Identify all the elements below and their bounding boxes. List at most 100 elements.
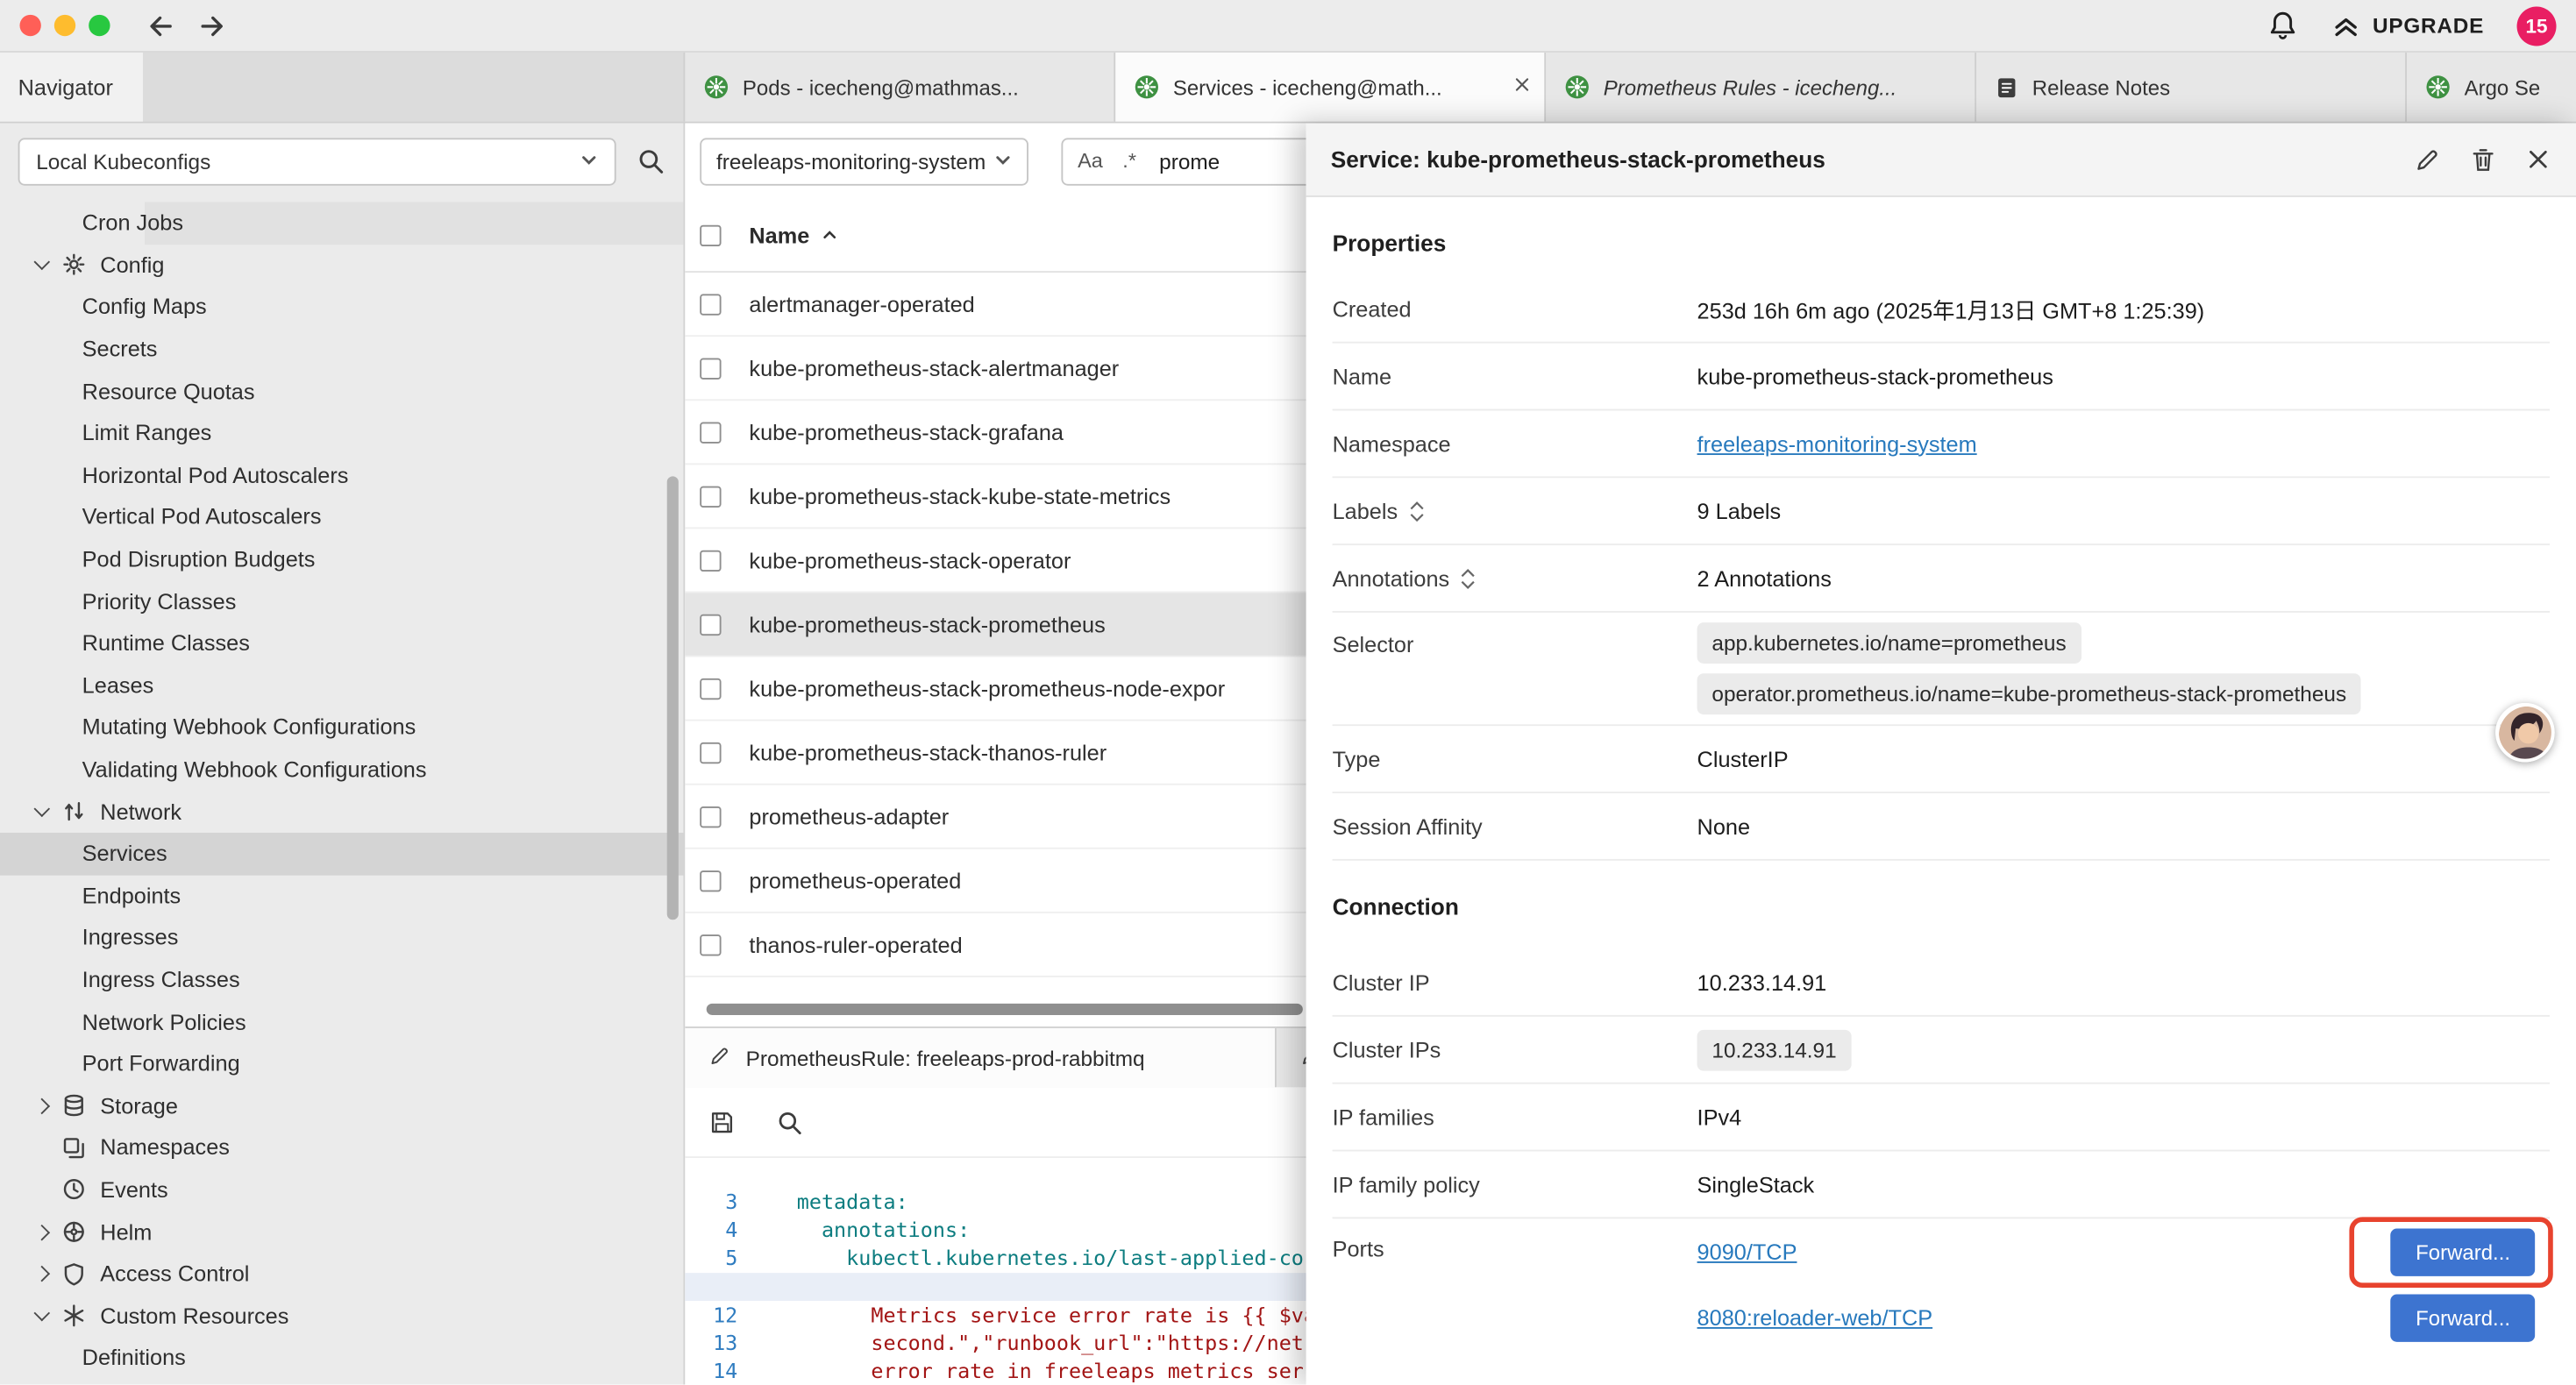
- chevron-right-icon: [34, 1097, 51, 1114]
- sidebar-item-config-maps[interactable]: Config Maps: [0, 286, 683, 328]
- app-window: UPGRADE 15 Navigator Pods - icecheng@mat…: [0, 0, 2576, 1385]
- sidebar-group-config[interactable]: Config: [0, 244, 683, 286]
- close-window-button[interactable]: [19, 15, 40, 36]
- edit-pencil-icon: [708, 1044, 731, 1072]
- sidebar-item-network-policies[interactable]: Network Policies: [0, 1001, 683, 1043]
- upgrade-button[interactable]: UPGRADE: [2331, 11, 2484, 40]
- tab-label: Release Notes: [2032, 75, 2387, 99]
- config-gear-icon: [60, 252, 87, 278]
- sidebar-item-services[interactable]: Services: [0, 833, 683, 875]
- property-value: None: [1697, 813, 1750, 838]
- sidebar-item-events[interactable]: Events: [0, 1168, 683, 1211]
- sidebar-item-endpoints[interactable]: Endpoints: [0, 875, 683, 917]
- notifications-bell-icon[interactable]: [2267, 10, 2299, 41]
- row-checkbox[interactable]: [700, 870, 721, 891]
- forward-button-9090[interactable]: Forward...: [2391, 1228, 2535, 1275]
- name-column-header[interactable]: Name: [749, 223, 837, 247]
- horizontal-scrollbar[interactable]: [707, 1004, 1303, 1015]
- close-tab-icon[interactable]: [1512, 74, 1533, 95]
- sidebar-item-horizontal-pod-autoscalers[interactable]: Horizontal Pod Autoscalers: [0, 454, 683, 496]
- row-checkbox[interactable]: [700, 486, 721, 507]
- editor-search-icon[interactable]: [775, 1108, 803, 1136]
- sidebar-search-icon[interactable]: [636, 146, 665, 176]
- sidebar-item-leases[interactable]: Leases: [0, 664, 683, 707]
- sidebar-item-ingress-classes[interactable]: Ingress Classes: [0, 959, 683, 1001]
- sidebar-group-network[interactable]: Network: [0, 791, 683, 833]
- notification-count-badge[interactable]: 15: [2517, 6, 2557, 46]
- sidebar-item-vertical-pod-autoscalers[interactable]: Vertical Pod Autoscalers: [0, 496, 683, 538]
- chevron-down-icon: [34, 254, 51, 271]
- save-icon[interactable]: [708, 1108, 737, 1136]
- navigator-tab[interactable]: Navigator: [0, 53, 143, 122]
- tab-pods[interactable]: Pods - icecheng@mathmas...: [685, 53, 1115, 122]
- sidebar-group-access-control[interactable]: Access Control: [0, 1253, 683, 1295]
- sidebar-item-ingresses[interactable]: Ingresses: [0, 917, 683, 959]
- minimize-window-button[interactable]: [54, 15, 75, 36]
- sidebar-item-definitions[interactable]: Definitions: [0, 1337, 683, 1379]
- row-checkbox[interactable]: [700, 422, 721, 443]
- delete-trash-icon[interactable]: [2469, 146, 2497, 174]
- forward-button-8080[interactable]: Forward...: [2391, 1294, 2535, 1341]
- back-icon[interactable]: [146, 11, 176, 40]
- selector-badge: app.kubernetes.io/name=prometheus: [1697, 622, 2081, 664]
- regex-toggle[interactable]: .*: [1122, 150, 1136, 173]
- property-value: 2 Annotations: [1697, 565, 1832, 590]
- property-label: Name: [1333, 364, 1391, 388]
- select-all-checkbox[interactable]: [700, 224, 721, 245]
- sidebar-item-namespaces[interactable]: Namespaces: [0, 1126, 683, 1168]
- sidebar-item-limit-ranges[interactable]: Limit Ranges: [0, 412, 683, 454]
- row-checkbox[interactable]: [700, 934, 721, 955]
- property-label: Ports: [1333, 1237, 1384, 1261]
- sidebar-item-cron-jobs[interactable]: Cron Jobs: [0, 202, 683, 244]
- participant-avatar[interactable]: [2495, 703, 2554, 762]
- row-checkbox[interactable]: [700, 550, 721, 571]
- close-drawer-icon[interactable]: [2525, 146, 2551, 173]
- row-checkbox[interactable]: [700, 614, 721, 635]
- selector-badge: operator.prometheus.io/name=kube-prometh…: [1697, 673, 2361, 714]
- forward-icon[interactable]: [197, 11, 227, 40]
- sidebar-item-priority-classes[interactable]: Priority Classes: [0, 580, 683, 622]
- sidebar-item-pod-disruption-budgets[interactable]: Pod Disruption Budgets: [0, 538, 683, 580]
- sidebar-group-storage[interactable]: Storage: [0, 1085, 683, 1127]
- row-checkbox[interactable]: [700, 806, 721, 827]
- tab-prometheus-rules[interactable]: Prometheus Rules - icecheng...: [1546, 53, 1976, 122]
- property-row-annotations: Annotations 2 Annotations: [1333, 545, 2550, 613]
- row-checkbox[interactable]: [700, 358, 721, 379]
- row-checkbox[interactable]: [700, 678, 721, 699]
- match-case-toggle[interactable]: Aa: [1078, 150, 1103, 173]
- property-value: ClusterIP: [1697, 747, 1789, 771]
- tab-argo[interactable]: Argo Se: [2407, 53, 2576, 122]
- sidebar-item-runtime-classes[interactable]: Runtime Classes: [0, 622, 683, 664]
- cluster-ip-badge: 10.233.14.91: [1697, 1029, 1852, 1070]
- port-link-9090[interactable]: 9090/TCP: [1697, 1239, 1797, 1264]
- sidebar-group-custom-resources[interactable]: Custom Resources: [0, 1295, 683, 1337]
- row-checkbox[interactable]: [700, 293, 721, 314]
- property-row-ip-families: IP families IPv4: [1333, 1084, 2550, 1152]
- sidebar-item-mutating-webhook-configurations[interactable]: Mutating Webhook Configurations: [0, 707, 683, 749]
- namespace-filter-select[interactable]: freeleaps-monitoring-system: [700, 137, 1028, 184]
- titlebar-right: UPGRADE 15: [2267, 6, 2556, 46]
- sidebar-item-secrets[interactable]: Secrets: [0, 328, 683, 370]
- sidebar-item-port-forwarding[interactable]: Port Forwarding: [0, 1043, 683, 1085]
- dock-tab-prometheusrule[interactable]: PrometheusRule: freeleaps-prod-rabbitmq: [685, 1028, 1277, 1087]
- row-checkbox[interactable]: [700, 742, 721, 763]
- drawer-header: Service: kube-prometheus-stack-prometheu…: [1306, 124, 2576, 197]
- navigator-tree: Cron Jobs Config Config Maps Secrets Res…: [0, 202, 683, 1384]
- property-label: Created: [1333, 296, 1412, 321]
- sidebar-scrollbar[interactable]: [667, 476, 679, 920]
- search-query-text: prome: [1159, 149, 1220, 174]
- tab-services[interactable]: Services - icecheng@math...: [1115, 53, 1546, 122]
- sidebar-group-helm[interactable]: Helm: [0, 1211, 683, 1253]
- namespace-link[interactable]: freeleaps-monitoring-system: [1697, 431, 1977, 456]
- property-value: 10.233.14.91: [1697, 970, 1827, 994]
- zoom-window-button[interactable]: [89, 15, 110, 36]
- expand-toggle-icon[interactable]: [1461, 567, 1476, 588]
- kubeconfig-selector[interactable]: Local Kubeconfigs: [18, 137, 616, 184]
- expand-toggle-icon[interactable]: [1409, 501, 1424, 522]
- edit-pencil-icon[interactable]: [2414, 146, 2442, 174]
- port-link-8080[interactable]: 8080:reloader-web/TCP: [1697, 1305, 1933, 1330]
- tab-release-notes[interactable]: Release Notes: [1976, 53, 2407, 122]
- sidebar-item-validating-webhook-configurations[interactable]: Validating Webhook Configurations: [0, 749, 683, 791]
- sidebar-item-resource-quotas[interactable]: Resource Quotas: [0, 370, 683, 412]
- kubernetes-icon: [1564, 74, 1590, 100]
